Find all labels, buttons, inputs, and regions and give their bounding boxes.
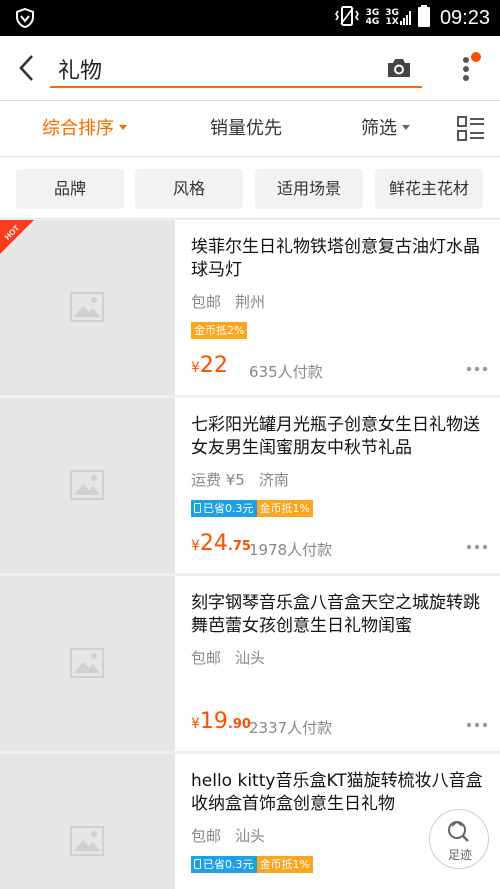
search-header: 礼物 xyxy=(0,36,500,101)
shipping-info: 包邮 xyxy=(191,649,222,667)
product-title[interactable]: 刻字钢琴音乐盒八音盒天空之城旋转跳舞芭蕾女孩创意生日礼物闺蜜 xyxy=(191,592,486,638)
image-placeholder-icon xyxy=(70,648,104,678)
savings-tag: 已省0.3元 xyxy=(191,500,257,517)
phone-icon xyxy=(194,503,201,513)
more-menu-button[interactable] xyxy=(458,52,482,86)
image-placeholder-icon xyxy=(70,292,104,322)
promo-tags: 金币抵2% xyxy=(191,322,248,339)
filter-chips: 品牌 风格 适用场景 鲜花主花材 xyxy=(0,157,500,219)
sales-count: 1978人付款 xyxy=(249,541,333,559)
product-meta: 包邮 荆州 xyxy=(191,291,265,312)
phone-icon xyxy=(194,859,201,869)
location: 济南 xyxy=(258,471,289,489)
sort-comprehensive[interactable]: 综合排序 xyxy=(42,101,127,157)
location: 荆州 xyxy=(235,293,266,311)
sales-count: 2337人付款 xyxy=(249,719,333,737)
hot-badge: HOT xyxy=(0,220,34,254)
network-indicator-1: 3G 4G xyxy=(365,8,380,27)
filter-chip-style[interactable]: 风格 xyxy=(135,169,243,209)
product-image[interactable] xyxy=(0,398,175,573)
more-options-icon[interactable] xyxy=(466,544,488,550)
filter-label: 筛选 xyxy=(361,118,397,139)
signal-icon xyxy=(399,11,411,25)
list-view-toggle-icon[interactable] xyxy=(456,114,486,144)
product-image[interactable] xyxy=(0,754,175,889)
product-meta: 运费 ¥5 济南 xyxy=(191,469,289,490)
chevron-left-icon xyxy=(19,55,33,81)
coin-tag: 金币抵2% xyxy=(191,322,248,339)
price: ¥22 xyxy=(191,353,228,378)
back-button[interactable] xyxy=(12,52,40,84)
product-image[interactable]: HOT xyxy=(0,220,175,395)
product-list: HOT 埃菲尔生日礼物铁塔创意复古油灯水晶球马灯 包邮 荆州 金币抵2% ¥22 … xyxy=(0,220,500,889)
vibrate-icon xyxy=(334,5,360,31)
caret-down-icon xyxy=(119,125,127,130)
promo-tags: 已省0.3元 金币抵1% xyxy=(191,500,313,517)
network-indicator-2: 3G 1X xyxy=(385,9,412,27)
caret-down-icon xyxy=(402,125,410,130)
filter-chip-brand[interactable]: 品牌 xyxy=(16,169,124,209)
battery-icon xyxy=(417,5,430,31)
filter-chip-occasion[interactable]: 适用场景 xyxy=(255,169,363,209)
shield-icon xyxy=(14,7,36,29)
sort-bar: 综合排序 销量优先 筛选 xyxy=(0,101,500,157)
sales-count: 635人付款 xyxy=(249,363,323,381)
savings-tag: 已省0.3元 xyxy=(191,856,257,873)
product-image[interactable] xyxy=(0,576,175,751)
shipping-info: 运费 ¥5 xyxy=(191,471,245,489)
promo-tags: 已省0.3元 金币抵1% xyxy=(191,856,313,873)
more-vertical-icon xyxy=(463,52,481,81)
filter-dropdown[interactable]: 筛选 xyxy=(361,101,410,157)
more-options-icon[interactable] xyxy=(466,366,488,372)
product-title[interactable]: 七彩阳光罐月光瓶子创意女生日礼物送女友男生闺蜜朋友中秋节礼品 xyxy=(191,414,486,460)
image-placeholder-icon xyxy=(70,826,104,856)
shipping-info: 包邮 xyxy=(191,827,222,845)
sort-sales[interactable]: 销量优先 xyxy=(210,101,282,157)
location: 汕头 xyxy=(235,649,266,667)
location: 汕头 xyxy=(235,827,266,845)
price: ¥24.75 xyxy=(191,531,251,556)
search-input[interactable]: 礼物 xyxy=(50,48,422,88)
price: ¥19.90 xyxy=(191,709,251,734)
image-placeholder-icon xyxy=(70,470,104,500)
clock: 09:23 xyxy=(439,6,490,29)
product-card[interactable]: hello kitty音乐盒KT猫旋转梳妆八音盒收纳盒首饰盒创意生日礼物 包邮汕… xyxy=(0,754,500,889)
product-card[interactable]: 刻字钢琴音乐盒八音盒天空之城旋转跳舞芭蕾女孩创意生日礼物闺蜜 包邮 汕头 ¥19.… xyxy=(0,576,500,751)
search-query: 礼物 xyxy=(58,59,103,84)
footprint-button[interactable]: 足迹 xyxy=(429,809,489,869)
shipping-info: 包邮 xyxy=(191,293,222,311)
product-card[interactable]: 七彩阳光罐月光瓶子创意女生日礼物送女友男生闺蜜朋友中秋节礼品 运费 ¥5 济南 已… xyxy=(0,398,500,573)
camera-icon[interactable] xyxy=(386,56,412,80)
product-card[interactable]: HOT 埃菲尔生日礼物铁塔创意复古油灯水晶球马灯 包邮 荆州 金币抵2% ¥22 … xyxy=(0,220,500,395)
product-meta: 包邮 汕头 xyxy=(191,825,265,846)
coin-tag: 金币抵1% xyxy=(256,856,313,873)
more-options-icon[interactable] xyxy=(466,722,488,728)
product-title[interactable]: 埃菲尔生日礼物铁塔创意复古油灯水晶球马灯 xyxy=(191,236,486,282)
filter-chip-flower[interactable]: 鲜花主花材 xyxy=(375,169,483,209)
sort-comprehensive-label: 综合排序 xyxy=(42,118,114,139)
footprint-label: 足迹 xyxy=(447,848,472,862)
sort-sales-label: 销量优先 xyxy=(210,118,282,139)
coin-tag: 金币抵1% xyxy=(256,500,313,517)
footprint-icon xyxy=(448,821,469,842)
product-meta: 包邮 汕头 xyxy=(191,647,265,668)
status-bar: 3G 4G 3G 1X 09:23 xyxy=(0,0,500,36)
